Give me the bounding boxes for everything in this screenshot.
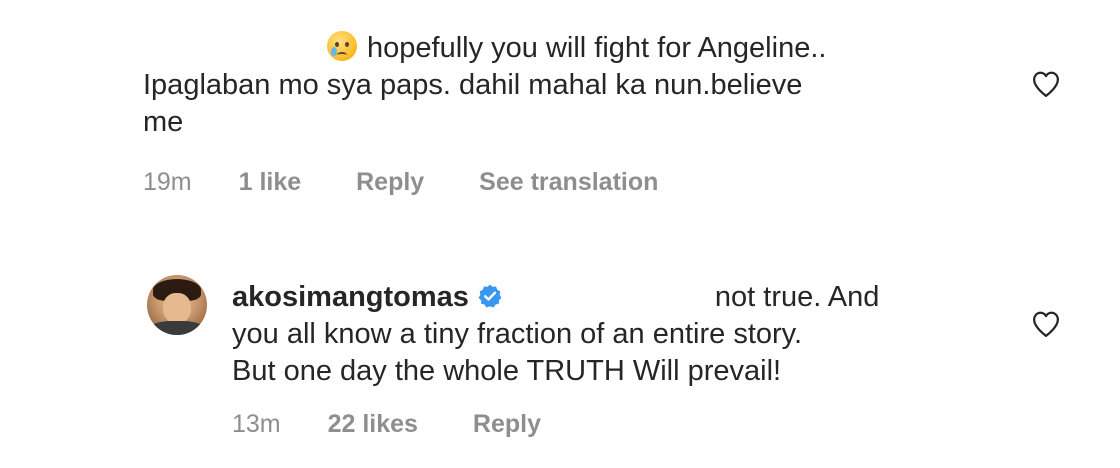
verified-badge-icon bbox=[478, 284, 502, 308]
comment-time: 19m bbox=[143, 168, 192, 196]
comment-line: you all know a tiny fraction of an entir… bbox=[232, 318, 803, 350]
comment-item: hopefully you will fight for Angeline.. … bbox=[0, 30, 1120, 210]
comment-line: Ipaglaban mo sya paps. dahil mahal ka nu… bbox=[143, 69, 803, 101]
comment-meta: 13m 22 likes Reply bbox=[232, 410, 589, 439]
comment-meta: 19m 1 like Reply See translation bbox=[143, 168, 658, 197]
comment-time: 13m bbox=[232, 410, 281, 438]
comment-line: akosimangtomas not true. And bbox=[232, 279, 952, 316]
comment-line-text: not true. And bbox=[714, 281, 880, 313]
see-translation-link[interactable]: See translation bbox=[479, 168, 658, 197]
comment-line: But one day the whole TRUTH Will prevail… bbox=[232, 355, 782, 387]
heart-icon[interactable] bbox=[1031, 70, 1061, 98]
heart-icon[interactable] bbox=[1031, 310, 1061, 338]
avatar[interactable] bbox=[147, 275, 207, 335]
comment-line-text: hopefully you will fight for Angeline.. bbox=[367, 32, 827, 64]
comment-text: akosimangtomas not true. And you all know… bbox=[232, 279, 952, 390]
comment-line: me bbox=[143, 106, 184, 138]
comment-text: hopefully you will fight for Angeline.. … bbox=[143, 30, 933, 141]
username-link[interactable]: akosimangtomas bbox=[232, 281, 469, 313]
reply-button[interactable]: Reply bbox=[473, 410, 541, 439]
reply-button[interactable]: Reply bbox=[356, 168, 424, 197]
comment-line: hopefully you will fight for Angeline.. bbox=[143, 30, 933, 67]
likes-count-link[interactable]: 22 likes bbox=[328, 410, 418, 439]
crying-face-icon bbox=[327, 31, 357, 61]
likes-count-link[interactable]: 1 like bbox=[239, 168, 302, 197]
comment-item: akosimangtomas not true. And you all know… bbox=[0, 272, 1120, 452]
